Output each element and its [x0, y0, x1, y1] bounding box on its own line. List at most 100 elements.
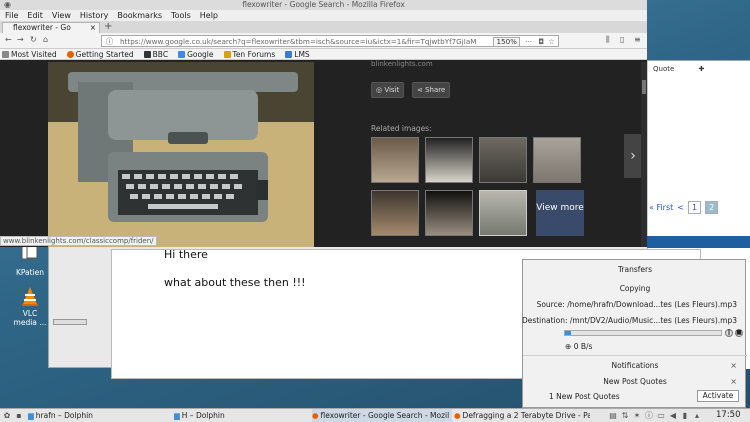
app-launcher-icon[interactable]: ✿ [2, 410, 12, 421]
menu-help[interactable]: Help [200, 10, 218, 21]
pager-first[interactable]: « First [649, 203, 673, 212]
google-image-viewer: blinkenlights.com ◎ Visit ⋖ Share Relate… [0, 60, 647, 247]
related-thumbnail-selected[interactable] [479, 190, 527, 236]
bookmark-star-icon[interactable]: ☆ [549, 36, 555, 46]
google-icon [178, 50, 186, 58]
battery-icon[interactable]: ▮ [680, 410, 690, 421]
tab-strip: flexowriter - Go × + [0, 21, 647, 33]
forum-header-bar [647, 236, 750, 248]
typewriter-image[interactable] [48, 62, 314, 247]
volume-icon[interactable]: ◀ [668, 410, 678, 421]
bookmark-ten-forums[interactable]: Ten Forums [223, 49, 275, 59]
related-thumbnail[interactable] [533, 137, 581, 183]
reload-icon[interactable]: ↻ [30, 35, 37, 44]
notifications-title: Notifications [611, 361, 659, 370]
related-thumbnail[interactable] [371, 137, 419, 183]
display-icon[interactable]: ▭ [656, 410, 666, 421]
clock[interactable]: 17:50 [716, 409, 741, 422]
pager-icon[interactable]: ▪ [14, 410, 24, 421]
menu-file[interactable]: File [5, 10, 18, 21]
bookmark-most-visited[interactable]: Most Visited [2, 49, 57, 59]
transfer-destination: Destination: /mnt/DV2/Audio/Music...tes … [521, 316, 737, 325]
related-thumbnail[interactable] [425, 190, 473, 236]
window-title: flexowriter - Google Search - Mozilla Fi… [242, 0, 405, 9]
menu-bar: File Edit View History Bookmarks Tools H… [0, 10, 647, 21]
url-text: https://www.google.co.uk/search?q=flexow… [120, 37, 477, 46]
transfers-title: Transfers [617, 265, 653, 274]
pager-page-current: 2 [705, 201, 719, 214]
view-more-button[interactable]: View more [536, 190, 584, 236]
menu-edit[interactable]: Edit [27, 10, 43, 21]
tab-close-icon[interactable]: × [90, 23, 96, 33]
image-source[interactable]: blinkenlights.com [371, 60, 433, 68]
home-icon[interactable]: ⌂ [43, 35, 48, 44]
ten-forums-icon [223, 50, 231, 58]
bookmark-lms[interactable]: LMS [285, 49, 310, 59]
close-notification-icon[interactable]: × [730, 377, 737, 386]
window-titlebar: ◉ flexowriter - Google Search - Mozilla … [0, 0, 647, 10]
menu-history[interactable]: History [80, 10, 108, 21]
related-thumbnail[interactable] [371, 190, 419, 236]
task-firefox[interactable]: ● flexowriter - Google Search - Mozil [312, 409, 452, 422]
clipboard-icon[interactable]: ▤ [608, 410, 618, 421]
lms-icon [285, 50, 293, 58]
activate-button[interactable]: Activate [697, 390, 739, 402]
visit-button[interactable]: ◎ Visit [371, 82, 405, 98]
related-thumbnail[interactable] [479, 137, 527, 183]
cancel-transfer-icon[interactable]: ■ [735, 329, 743, 337]
sidebar-icon[interactable]: ▯ [620, 35, 624, 44]
scrollbar-thumb[interactable] [642, 80, 646, 94]
bluetooth-icon[interactable]: ✶ [632, 410, 642, 421]
zoom-indicator[interactable]: 150% [493, 37, 520, 46]
url-bar[interactable]: ⓘ https://www.google.co.uk/search?q=flex… [101, 35, 559, 47]
site-info-icon[interactable]: ⓘ [106, 36, 113, 46]
share-button[interactable]: ⋖ Share [412, 82, 451, 98]
forward-icon[interactable]: → [17, 35, 24, 44]
bookmark-bbc[interactable]: BBC [143, 49, 168, 59]
pagination: « First < 1 2 [649, 201, 719, 214]
taskbar: ✿ ▪ ▆ hrafn – Dolphin ▆ H – Dolphin ● flexo… [0, 408, 750, 422]
pager-page-1[interactable]: 1 [687, 201, 702, 214]
task-dolphin-hrafn[interactable]: ▆ hrafn – Dolphin [28, 409, 102, 422]
transfer-speed: ⊕ 0 B/s [565, 342, 593, 351]
desktop-icon-vlc[interactable]: VLC media ... [10, 285, 50, 327]
tab-label: flexowriter - Go [13, 23, 71, 32]
network-icon[interactable]: ⇅ [620, 410, 630, 421]
vlc-cone-icon [19, 285, 41, 307]
multi-quote-icon[interactable]: ✚ [699, 65, 705, 73]
open-menu-icon[interactable]: ≡ [634, 35, 641, 44]
next-image-chevron-icon[interactable]: › [624, 134, 642, 178]
gear-icon [2, 50, 9, 58]
firefox-window: ◉ flexowriter - Google Search - Mozilla … [0, 0, 647, 247]
tray-expand-icon[interactable]: ▴ [692, 410, 702, 421]
desktop-icon-label: KPatien [15, 268, 45, 277]
task-dolphin-h[interactable]: ▆ H – Dolphin [174, 409, 248, 422]
page-actions-icon[interactable]: ··· [525, 36, 532, 46]
pager-prev-icon[interactable]: < [677, 203, 684, 212]
bookmark-getting-started[interactable]: Getting Started [66, 49, 134, 59]
related-thumbnail[interactable] [425, 137, 473, 183]
menu-view[interactable]: View [52, 10, 71, 21]
page-scrollbar[interactable] [641, 62, 647, 247]
desktop-icon-label: VLC media ... [13, 309, 47, 327]
pause-icon[interactable]: ‖ [725, 329, 733, 337]
forum-toolbar: Quote ✚ [653, 65, 704, 73]
firefox-icon: ● [454, 411, 461, 420]
desktop-icon-kpatience[interactable]: KPatien [10, 244, 50, 277]
transfer-source: Source: /home/hrafn/Download...tes (Les … [536, 300, 737, 309]
bookmark-google[interactable]: Google [178, 49, 214, 59]
close-notifications-icon[interactable]: × [730, 361, 737, 370]
menu-tools[interactable]: Tools [171, 10, 191, 21]
menu-bookmarks[interactable]: Bookmarks [117, 10, 162, 21]
folder-icon: ▆ [28, 411, 34, 420]
notifications-tray-icon[interactable]: ⓘ [644, 410, 654, 421]
new-tab-button[interactable]: + [104, 21, 112, 33]
back-icon[interactable]: ← [5, 35, 12, 44]
expand-icon[interactable]: ⊕ [565, 342, 571, 351]
task-firefox-defrag[interactable]: ● Defragging a 2 Terabyte Drive - Pa [454, 409, 590, 422]
pocket-icon[interactable]: ◘ [538, 36, 544, 46]
tab-flexowriter[interactable]: flexowriter - Go × [2, 22, 100, 33]
library-icon[interactable]: ⫼ [606, 35, 610, 45]
horizontal-scrollbar[interactable] [53, 319, 87, 325]
quote-button[interactable]: Quote [653, 65, 674, 73]
